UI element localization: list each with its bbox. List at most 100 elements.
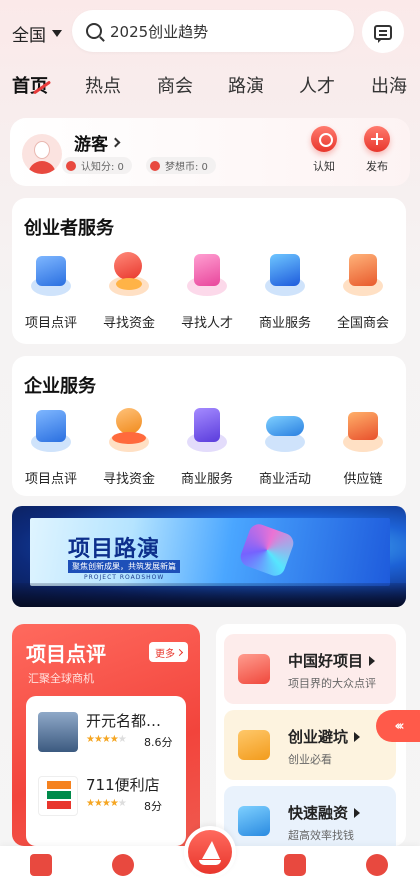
section-title: 创业者服务: [24, 218, 114, 239]
nav-home-icon[interactable]: [30, 854, 52, 876]
cognition-button[interactable]: 认知: [304, 126, 344, 174]
card-desc: 项目界的大众点评: [288, 677, 376, 690]
section-title: 企业服务: [24, 376, 96, 397]
publish-label: 发布: [366, 160, 388, 173]
cognition-score-badge: 认知分: 0: [62, 157, 132, 174]
arrow-icon: [369, 655, 376, 666]
banner-title: 项目路演: [68, 537, 161, 562]
service-item[interactable]: 商业活动: [250, 404, 320, 487]
chevron-right-icon: [110, 137, 121, 148]
service-label: 商业服务: [180, 472, 233, 487]
banner-english: PROJECT ROADSHOW: [84, 574, 165, 581]
business-service-icon: [180, 404, 234, 458]
project-thumbnail: [38, 712, 78, 752]
banner-subtitle: 聚焦创新成果，共筑发展新篇: [68, 560, 180, 573]
project-review-icon: [24, 404, 78, 458]
dream-coin: 梦想币: 0: [165, 162, 208, 173]
card-title: 中国好项目: [288, 650, 376, 671]
roadshow-banner[interactable]: 项目路演 聚焦创新成果，共筑发展新篇 PROJECT ROADSHOW: [12, 506, 406, 607]
pitfall-card[interactable]: 创业避坑 创业必看: [224, 710, 396, 780]
nav-profile-icon[interactable]: [366, 854, 388, 876]
project-score: 8.6分: [144, 736, 173, 749]
cognition-icon: [311, 126, 337, 152]
enterprise-services-section: 企业服务 项目点评 寻找资金 商业服务 商业活动 供应链: [12, 356, 406, 496]
service-item[interactable]: 项目点评: [16, 248, 86, 331]
service-label: 全国商会: [336, 316, 389, 331]
user-name-label: 游客: [74, 135, 108, 155]
folder-icon: [238, 654, 270, 684]
cognition-score: 认知分: 0: [81, 162, 124, 173]
dream-coin-badge: 梦想币: 0: [146, 157, 216, 174]
card-desc: 超高效率找钱: [288, 829, 354, 842]
service-label: 项目点评: [24, 472, 77, 487]
tab-hot[interactable]: 热点: [85, 72, 121, 98]
service-item[interactable]: 寻找人才: [172, 248, 242, 331]
service-item[interactable]: 全国商会: [328, 248, 398, 331]
talent-icon: [180, 248, 234, 302]
more-label: 更多: [155, 648, 175, 660]
region-label: 全国: [12, 26, 46, 46]
card-title: 创业避坑: [288, 726, 361, 747]
card-title: 项目点评: [26, 642, 106, 666]
message-button[interactable]: [362, 11, 404, 53]
funding-icon: [102, 404, 156, 458]
sail-icon: [202, 841, 220, 859]
chamber-icon: [336, 248, 390, 302]
arrow-icon: [354, 731, 361, 742]
tab-home[interactable]: 首页: [12, 72, 52, 98]
feature-column: 中国好项目 项目界的大众点评 创业避坑 创业必看 快速融资 超高效率找钱: [216, 624, 406, 856]
business-service-icon: [258, 248, 312, 302]
project-list: 开元名都… ★★★★★ 8.6分 711便利店 ★★★★★ 8分: [26, 696, 186, 846]
project-name: 开元名都…: [86, 712, 162, 730]
plus-icon: [364, 126, 390, 152]
service-item[interactable]: 商业服务: [172, 404, 242, 487]
project-review-icon: [24, 248, 78, 302]
service-item[interactable]: 寻找资金: [94, 248, 164, 331]
service-item[interactable]: 商业服务: [250, 248, 320, 331]
more-button[interactable]: 更多: [149, 642, 188, 662]
side-drawer-button[interactable]: ‹‹‹: [376, 710, 420, 742]
service-label: 寻找资金: [102, 316, 155, 331]
tab-chamber[interactable]: 商会: [157, 72, 193, 98]
card-title: 快速融资: [288, 802, 361, 823]
tab-talent[interactable]: 人才: [299, 72, 335, 98]
message-icon: [374, 24, 392, 43]
project-name: 711便利店: [86, 776, 160, 794]
nav-trend-icon[interactable]: [284, 854, 306, 876]
card-subtitle: 汇聚全球商机: [28, 672, 94, 685]
handshake-icon: [258, 404, 312, 458]
banner-stage: [12, 583, 406, 607]
service-item[interactable]: 项目点评: [16, 404, 86, 487]
top-bar: 全国 2025创业趋势: [0, 10, 420, 54]
tab-roadshow[interactable]: 路演: [228, 72, 264, 98]
project-thumbnail: [38, 776, 78, 816]
cognition-label: 认知: [313, 160, 335, 173]
service-label: 商业服务: [258, 316, 311, 331]
project-score: 8分: [144, 800, 162, 813]
card-desc: 创业必看: [288, 753, 332, 766]
publish-button[interactable]: 发布: [357, 126, 397, 174]
service-label: 寻找人才: [180, 316, 233, 331]
service-item[interactable]: 供应链: [328, 404, 398, 487]
service-label: 项目点评: [24, 316, 77, 331]
good-project-card[interactable]: 中国好项目 项目界的大众点评: [224, 634, 396, 704]
list-item[interactable]: 711便利店 ★★★★★ 8分: [38, 772, 184, 824]
tab-overseas[interactable]: 出海: [371, 72, 407, 98]
center-sail-button[interactable]: [184, 826, 236, 878]
nav-discover-icon[interactable]: [112, 854, 134, 876]
caret-down-icon: [52, 30, 62, 37]
supply-chain-icon: [336, 404, 390, 458]
arrow-icon: [354, 807, 361, 818]
project-review-card[interactable]: 项目点评 汇聚全球商机 更多 开元名都… ★★★★★ 8.6分 711便利店 ★…: [12, 624, 200, 846]
search-placeholder: 2025创业趋势: [110, 22, 209, 41]
service-item[interactable]: 寻找资金: [94, 404, 164, 487]
search-bar[interactable]: 2025创业趋势: [72, 10, 354, 52]
service-label: 供应链: [343, 472, 383, 487]
badge-icon: [66, 160, 76, 171]
avatar[interactable]: [22, 134, 62, 174]
user-name[interactable]: 游客: [74, 130, 121, 155]
list-item[interactable]: 开元名都… ★★★★★ 8.6分: [38, 708, 184, 760]
chevron-right-icon: [175, 648, 184, 656]
region-selector[interactable]: 全国: [12, 21, 62, 46]
chart-icon: [238, 730, 270, 760]
